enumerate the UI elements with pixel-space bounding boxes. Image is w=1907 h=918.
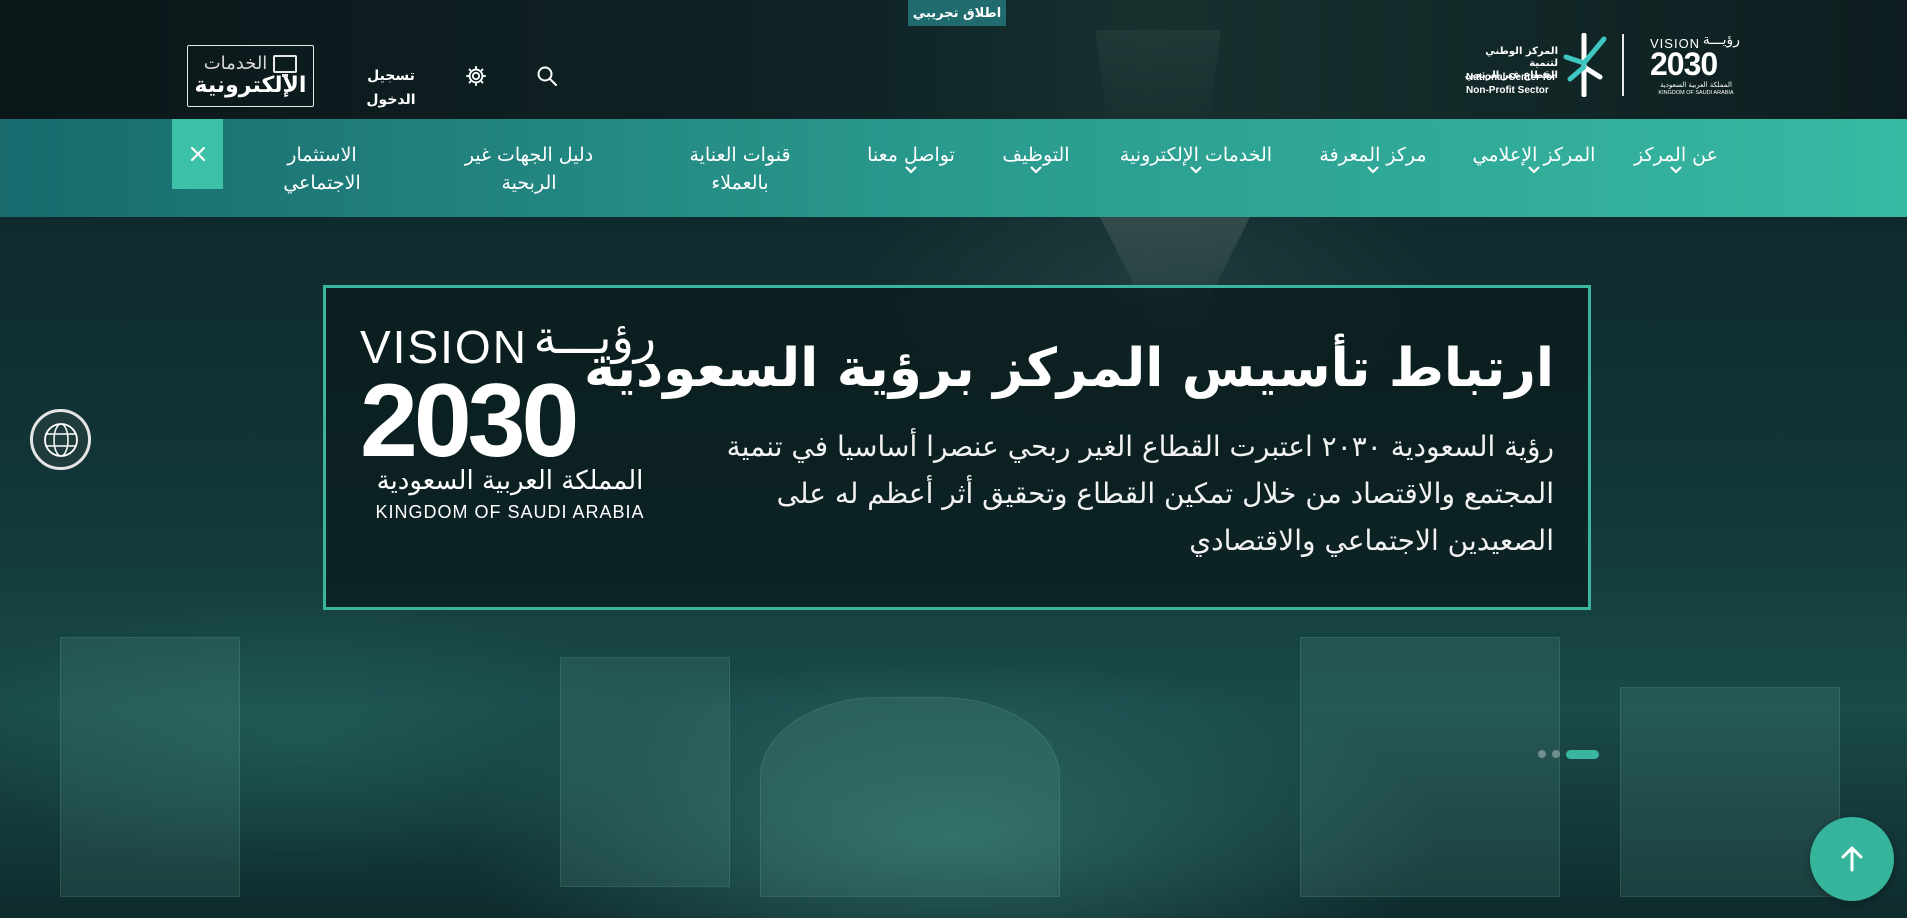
chevron-down-icon bbox=[1670, 166, 1682, 174]
nav-item-about[interactable]: عن المركز bbox=[1628, 141, 1724, 175]
nav-item-label: دليل الجهات غير الربحية bbox=[464, 144, 594, 194]
nav-item-media-center[interactable]: المركز الإعلامي bbox=[1464, 141, 1604, 175]
gear-icon bbox=[465, 65, 487, 87]
search-icon bbox=[537, 66, 557, 86]
nav-item-label: عن المركز bbox=[1634, 144, 1718, 166]
nav-item-label: الخدمات الإلكترونية bbox=[1119, 144, 1273, 166]
chevron-down-icon bbox=[1190, 166, 1202, 174]
nav-item-social-investment[interactable]: الاستثمار الاجتماعي bbox=[262, 141, 382, 197]
chevron-down-icon bbox=[905, 166, 917, 174]
close-icon bbox=[190, 146, 205, 162]
background-building bbox=[1300, 637, 1560, 897]
nav-item-label: المركز الإعلامي bbox=[1472, 144, 1596, 166]
scroll-to-top-button[interactable] bbox=[1810, 817, 1894, 901]
settings-button[interactable] bbox=[462, 62, 490, 90]
beta-badge: اطلاق تجريبي bbox=[908, 0, 1006, 26]
monitor-icon bbox=[273, 54, 298, 77]
slider-dot[interactable] bbox=[1552, 750, 1560, 758]
center-name-en-2: Non-Profit Sector bbox=[1466, 84, 1549, 96]
kingdom-label-en: KINGDOM OF SAUDI ARABIA bbox=[1658, 90, 1734, 96]
nav-item-knowledge-center[interactable]: مركز المعرفة bbox=[1312, 141, 1434, 175]
nav-item-careers[interactable]: التوظيف bbox=[992, 141, 1080, 175]
main-nav: عن المركز المركز الإعلامي مركز المعرفة ا… bbox=[0, 119, 1907, 217]
nav-item-label: الاستثمار الاجتماعي bbox=[283, 144, 361, 194]
vision-2030-hero-logo: VISION رؤيـــة 2030 المملكة العربية السع… bbox=[360, 310, 660, 522]
eservices-logo[interactable]: الخدمات الإلكترونية bbox=[187, 45, 314, 107]
chevron-down-icon bbox=[1367, 166, 1379, 174]
vision-year: 2030 bbox=[360, 363, 579, 479]
slider-pagination bbox=[1538, 749, 1599, 759]
nav-item-label: قنوات العناية بالعملاء bbox=[689, 144, 791, 194]
background-building bbox=[1620, 687, 1840, 897]
vision-label-ar: رؤيـــة bbox=[533, 310, 656, 364]
nav-item-label: تواصل معنا bbox=[867, 144, 955, 166]
background-building bbox=[760, 697, 1060, 897]
national-center-logo[interactable]: المركز الوطني لتنمية القطاع غير الربحي N… bbox=[1464, 32, 1610, 100]
hero-slider: ارتباط تأسيس المركز برؤية السعودية رؤية … bbox=[0, 217, 1907, 918]
center-name-en-1: National Center for bbox=[1466, 72, 1557, 83]
nav-item-label: التوظيف bbox=[1002, 144, 1070, 166]
chevron-down-icon bbox=[1030, 166, 1042, 174]
login-link[interactable]: تسجيل الدخول bbox=[346, 64, 436, 108]
globe-icon bbox=[43, 422, 78, 457]
background-building bbox=[560, 657, 730, 887]
hero-title: ارتباط تأسيس المركز برؤية السعودية bbox=[583, 338, 1554, 399]
vision-2030-logo[interactable]: VISION رؤيـــة 2030 المملكة العربية السع… bbox=[1648, 32, 1744, 98]
hero-description: رؤية السعودية ٢٠٣٠ اعتبرت القطاع الغير ر… bbox=[726, 430, 1554, 557]
logo-divider bbox=[1622, 34, 1624, 96]
kingdom-label-en: KINGDOM OF SAUDI ARABIA bbox=[375, 502, 645, 522]
kingdom-label-ar: المملكة العربية السعودية bbox=[1660, 81, 1732, 89]
kingdom-label-ar: المملكة العربية السعودية bbox=[376, 466, 644, 496]
hero-card: ارتباط تأسيس المركز برؤية السعودية رؤية … bbox=[323, 285, 1591, 610]
background-building bbox=[60, 637, 240, 897]
close-nav-button[interactable] bbox=[172, 119, 223, 189]
center-name-ar-1: المركز الوطني لتنمية bbox=[1485, 46, 1558, 69]
header-background-tower bbox=[1095, 30, 1221, 119]
arrow-up-icon bbox=[1841, 846, 1863, 872]
accessibility-button[interactable] bbox=[30, 409, 91, 470]
slider-dot-active[interactable] bbox=[1566, 749, 1599, 759]
chevron-down-icon bbox=[1528, 166, 1540, 174]
nav-item-customer-care[interactable]: قنوات العناية بالعملاء bbox=[672, 141, 808, 197]
slider-dot[interactable] bbox=[1538, 750, 1546, 758]
nav-item-label: مركز المعرفة bbox=[1319, 144, 1427, 166]
nav-item-contact[interactable]: تواصل معنا bbox=[860, 141, 962, 175]
eservices-label-2: الإلكترونية bbox=[194, 72, 307, 98]
search-button[interactable] bbox=[533, 62, 561, 90]
eservices-label-1: الخدمات bbox=[203, 53, 268, 74]
vision-year: 2030 bbox=[1650, 46, 1718, 82]
nav-item-eservices[interactable]: الخدمات الإلكترونية bbox=[1110, 141, 1282, 175]
nav-item-nonprofit-directory[interactable]: دليل الجهات غير الربحية bbox=[450, 141, 608, 197]
